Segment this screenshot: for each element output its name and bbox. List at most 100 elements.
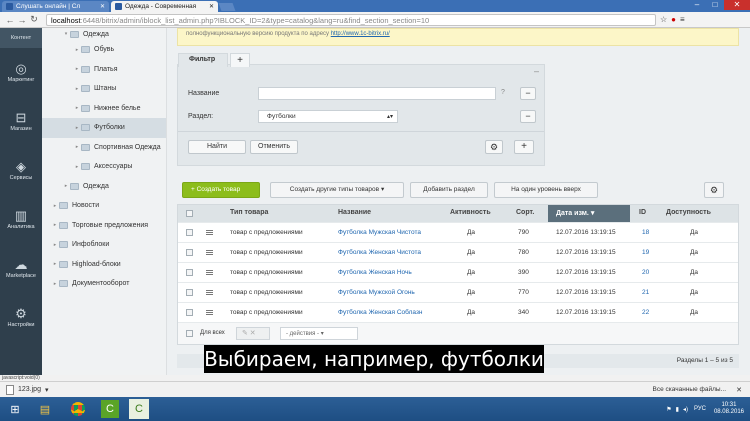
explorer-icon[interactable]: ▤	[30, 398, 60, 420]
section-select[interactable]: Футболки ▴▾	[258, 110, 398, 123]
expand-arrow-icon[interactable]: ▸	[73, 86, 81, 92]
expand-arrow-icon[interactable]: ▾	[62, 31, 70, 37]
tree-item[interactable]: ▸ Одежда	[42, 177, 166, 197]
column-header[interactable]: Доступность	[666, 209, 711, 216]
expand-arrow-icon[interactable]: ▸	[73, 164, 81, 170]
find-button[interactable]: Найти	[188, 140, 246, 154]
tree-item[interactable]: ▸ Нижнее белье	[42, 99, 166, 119]
column-header[interactable]: Сорт.	[516, 209, 534, 216]
sidebar-item-1[interactable]: ▦Контент	[0, 28, 42, 48]
extension-icon[interactable]: ●	[671, 15, 676, 24]
tree-item[interactable]: ▸ Обувь	[42, 40, 166, 60]
cell-name[interactable]: Футболка Женская Ночь	[338, 269, 412, 276]
tree-item[interactable]: ▸ Спортивная Одежда	[42, 138, 166, 158]
expand-arrow-icon[interactable]: ▸	[51, 203, 59, 209]
row-checkbox[interactable]	[186, 229, 193, 236]
cell-name[interactable]: Футболка Мужской Огонь	[338, 289, 415, 296]
row-menu-icon[interactable]	[206, 310, 213, 315]
browser-tab[interactable]: Слушать онлайн | Сл ✕	[2, 1, 109, 12]
chrome-icon[interactable]	[63, 398, 93, 420]
browser-tab-active[interactable]: Одежда - Современная ✕	[111, 1, 218, 12]
tree-item[interactable]: ▸ Торговые предложения	[42, 216, 166, 236]
close-tab-icon[interactable]: ✕	[100, 3, 105, 10]
expand-arrow-icon[interactable]: ▸	[62, 183, 70, 189]
network-icon[interactable]: ▮	[676, 406, 679, 413]
apply-to-all-checkbox[interactable]	[186, 330, 193, 337]
filter-minimize-icon[interactable]: –	[534, 66, 539, 76]
row-checkbox[interactable]	[186, 249, 193, 256]
app-icon-active[interactable]: C	[129, 399, 149, 419]
star-icon[interactable]: ☆	[660, 15, 667, 24]
row-checkbox[interactable]	[186, 309, 193, 316]
tree-item[interactable]: ▸ Новости	[42, 196, 166, 216]
back-icon[interactable]: ←	[4, 15, 16, 25]
sidebar-item-4[interactable]: ◈ Сервисы	[0, 146, 42, 195]
close-download-bar-icon[interactable]: ✕	[736, 386, 742, 394]
sidebar-item-3[interactable]: ⊟ Магазин	[0, 97, 42, 146]
column-header-sorted[interactable]: Дата изм. ▾	[548, 205, 630, 222]
sidebar-item-7[interactable]: ⚙ Настройки	[0, 293, 42, 342]
add-section-button[interactable]: Добавить раздел	[410, 182, 488, 198]
cell-name[interactable]: Футболка Женская Соблазн	[338, 309, 423, 316]
table-row[interactable]: товар с предложениями Футболка Женская Но…	[178, 262, 738, 282]
edit-delete-buttons[interactable]: ✎ ✕	[236, 327, 270, 340]
expand-arrow-icon[interactable]: ▸	[51, 222, 59, 228]
cell-name[interactable]: Футболка Женская Чистота	[338, 249, 421, 256]
column-header[interactable]: ID	[639, 209, 646, 216]
expand-arrow-icon[interactable]: ▸	[51, 242, 59, 248]
filter-settings-gear-icon[interactable]: ⚙	[485, 140, 503, 154]
add-filter-tab-button[interactable]: +	[230, 53, 250, 67]
filter-tab[interactable]: Фильтр	[178, 53, 228, 67]
flag-icon[interactable]: ⚑	[666, 406, 671, 413]
tree-item[interactable]: ▸ Аксессуары	[42, 157, 166, 177]
expand-arrow-icon[interactable]: ▸	[73, 144, 81, 150]
minimize-icon[interactable]: –	[688, 0, 706, 10]
column-header[interactable]: Тип товара	[230, 209, 268, 216]
maximize-icon[interactable]: □	[706, 0, 724, 10]
select-all-checkbox[interactable]	[186, 210, 193, 217]
sidebar-item-5[interactable]: ▥ Аналитика	[0, 195, 42, 244]
tree-item[interactable]: ▸ Инфоблоки	[42, 235, 166, 255]
name-input[interactable]	[258, 87, 496, 100]
create-product-button[interactable]: + Создать товар	[182, 182, 260, 198]
grid-settings-gear-icon[interactable]: ⚙	[704, 182, 724, 198]
forward-icon[interactable]: →	[16, 15, 28, 25]
add-filter-field-button[interactable]: +	[514, 140, 534, 154]
table-row[interactable]: товар с предложениями Футболка Мужская Чи…	[178, 222, 738, 242]
sidebar-item-6[interactable]: ☁ Marketplace	[0, 244, 42, 293]
row-menu-icon[interactable]	[206, 250, 213, 255]
downloaded-file[interactable]: 123.jpg ▾	[6, 384, 48, 395]
remove-section-filter-button[interactable]: −	[520, 110, 536, 123]
expand-arrow-icon[interactable]: ▸	[51, 261, 59, 267]
table-row[interactable]: товар с предложениями Футболка Мужской Ог…	[178, 282, 738, 302]
app-icon[interactable]: C	[101, 400, 119, 418]
reload-icon[interactable]: ↻	[28, 14, 40, 25]
clock[interactable]: 10:31 08.08.2016	[714, 402, 744, 416]
help-icon[interactable]: ?	[501, 89, 505, 96]
row-checkbox[interactable]	[186, 289, 193, 296]
tree-item[interactable]: ▸ Highload-блоки	[42, 255, 166, 275]
tree-item[interactable]: ▾ Одежда	[42, 28, 166, 40]
table-row[interactable]: товар с предложениями Футболка Женская Чи…	[178, 242, 738, 262]
actions-select[interactable]: - действия - ▾	[280, 327, 358, 340]
row-menu-icon[interactable]	[206, 270, 213, 275]
notice-link[interactable]: http://www.1c-bitrix.ru/	[331, 31, 390, 37]
volume-icon[interactable]: ◂)	[683, 406, 688, 413]
new-tab-button[interactable]	[218, 3, 236, 11]
row-menu-icon[interactable]	[206, 290, 213, 295]
cell-name[interactable]: Футболка Мужская Чистота	[338, 229, 421, 236]
expand-arrow-icon[interactable]: ▸	[73, 47, 81, 53]
expand-arrow-icon[interactable]: ▸	[51, 281, 59, 287]
table-row[interactable]: товар с предложениями Футболка Женская Со…	[178, 302, 738, 322]
expand-arrow-icon[interactable]: ▸	[73, 66, 81, 72]
all-downloads-link[interactable]: Все скачанные файлы...	[653, 386, 726, 393]
url-input[interactable]: localhost:6448/bitrix/admin/iblock_list_…	[46, 13, 656, 26]
close-tab-icon[interactable]: ✕	[209, 3, 214, 10]
expand-arrow-icon[interactable]: ▸	[73, 125, 81, 131]
cancel-button[interactable]: Отменить	[250, 140, 298, 154]
expand-arrow-icon[interactable]: ▸	[73, 105, 81, 111]
sidebar-item-2[interactable]: ◎ Маркетинг	[0, 48, 42, 97]
menu-icon[interactable]: ≡	[680, 15, 685, 24]
close-window-icon[interactable]: ✕	[724, 0, 750, 10]
tree-item[interactable]: ▸ Штаны	[42, 79, 166, 99]
